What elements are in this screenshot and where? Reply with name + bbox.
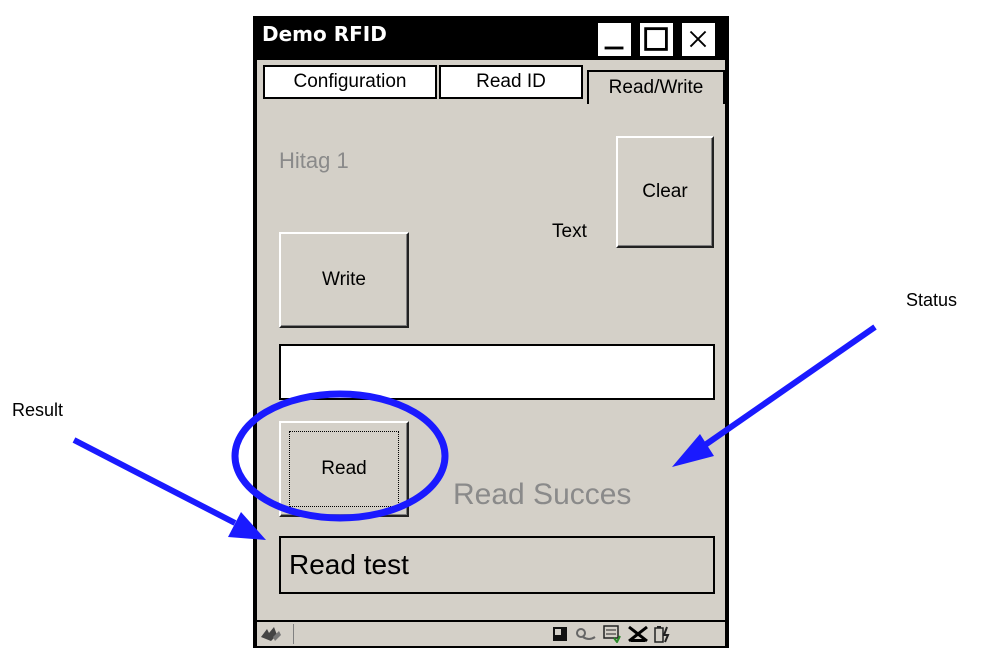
annotation-overlay bbox=[72, 324, 877, 540]
read-highlight-circle bbox=[231, 390, 449, 522]
status-arrow bbox=[672, 324, 877, 467]
